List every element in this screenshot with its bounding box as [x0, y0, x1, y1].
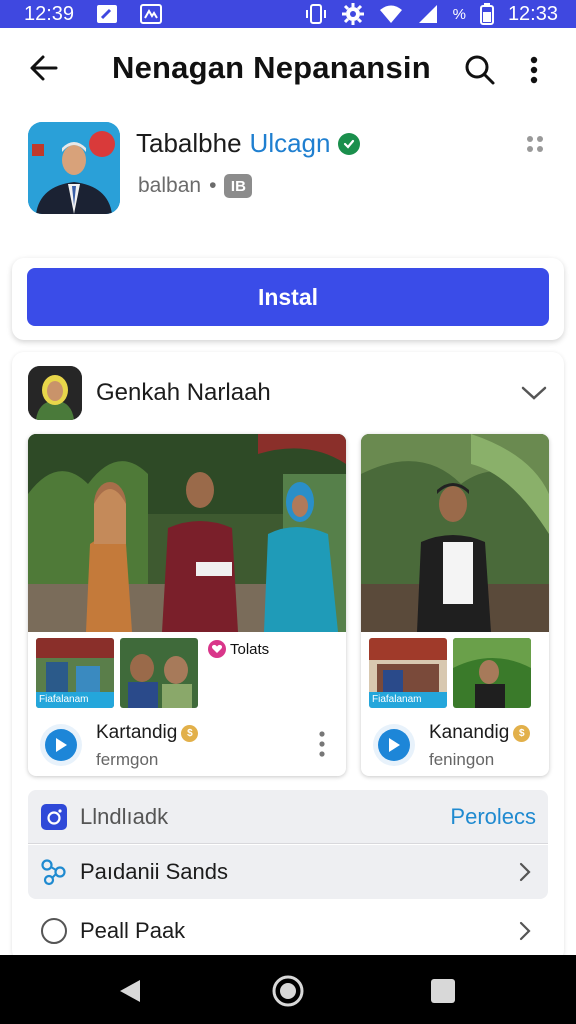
app-name: Tabalbhe Ulcagn	[136, 128, 361, 159]
play-button[interactable]	[40, 724, 82, 766]
video-title: Kartandig $	[96, 722, 199, 744]
section-title: Genkah Narlaah	[96, 379, 271, 406]
nav-home-icon[interactable]	[270, 973, 306, 1009]
video-title-text: Kanandig	[429, 722, 510, 743]
video-title: Kanandig $	[429, 722, 531, 744]
list-item-linked[interactable]: Llndlıadk Perolecs	[28, 790, 548, 844]
install-button[interactable]: Instal	[27, 268, 549, 326]
verified-check-icon	[338, 132, 361, 155]
play-button[interactable]	[373, 724, 415, 766]
page-title: Nenagan Nepanansin	[112, 50, 431, 85]
section-header[interactable]: Genkah Narlaah	[28, 366, 548, 420]
video-thumbnail[interactable]	[28, 434, 346, 632]
vibrate-icon	[305, 3, 327, 25]
more-vert-icon[interactable]	[318, 730, 330, 760]
app-bar: Nenagan Nepanansin	[0, 28, 576, 108]
chevron-down-icon[interactable]	[520, 379, 548, 407]
content-section: Genkah Narlaah Fiafalanam Tolats Kartand…	[12, 352, 564, 962]
video-title-text: Kartandig	[96, 722, 178, 743]
signal-icon	[417, 4, 439, 24]
video-subtitle: fermgon	[96, 750, 159, 769]
developer-row: balban • IB	[138, 174, 253, 198]
app-name-primary: Tabalbhe	[136, 128, 242, 158]
video-thumbnail[interactable]	[361, 434, 549, 632]
list-item-label: Paıdanii Sands	[80, 859, 228, 884]
play-icon	[45, 729, 77, 761]
tag-chip[interactable]: Tolats	[208, 640, 269, 658]
play-icon	[378, 729, 410, 761]
app-header: Tabalbhe Ulcagn balban • IB	[28, 122, 548, 218]
row-action-link[interactable]: Perolecs	[450, 804, 536, 830]
nav-back-icon[interactable]	[112, 973, 148, 1009]
thumbnail-caption: Fiafalanam	[36, 692, 114, 708]
thumbnail-strip: Fiafalanam	[369, 638, 531, 708]
status-time-right: 12:33	[507, 2, 558, 25]
thumbnail-caption: Fiafalanam	[369, 692, 447, 708]
avatar	[28, 366, 82, 420]
heart-icon	[208, 640, 226, 658]
developer-name[interactable]: balban	[138, 174, 201, 198]
content-rating-badge: IB	[224, 174, 253, 198]
wifi-icon	[379, 4, 403, 24]
system-nav-bar	[0, 955, 576, 1024]
search-icon[interactable]	[460, 50, 500, 90]
chevron-right-icon	[514, 861, 536, 883]
list-item-paak[interactable]: Peall Paak	[28, 904, 548, 958]
more-vert-icon[interactable]	[518, 50, 550, 90]
nav-recents-icon[interactable]	[425, 973, 461, 1009]
battery-icon	[479, 3, 494, 25]
install-card: Instal	[12, 258, 564, 340]
list-item-sands[interactable]: Paıdanii Sands	[28, 845, 548, 899]
separator-dot: •	[209, 174, 217, 197]
thumbnail[interactable]	[120, 638, 198, 708]
notification-icon	[96, 4, 118, 24]
video-card[interactable]: Fiafalanam Kanandig $ feningon	[361, 434, 549, 776]
instagram-icon	[40, 803, 68, 831]
video-card[interactable]: Fiafalanam Tolats Kartandig $ fermgon	[28, 434, 346, 776]
circle-icon	[40, 917, 68, 945]
tag-label: Tolats	[230, 640, 270, 658]
share-nodes-icon	[40, 858, 68, 886]
settings-icon	[341, 2, 365, 26]
list-item-label: Llndlıadk	[80, 803, 169, 829]
thumbnail-strip: Fiafalanam	[36, 638, 198, 708]
chevron-right-icon	[514, 920, 536, 942]
coin-icon: $	[513, 724, 531, 742]
thumbnail[interactable]: Fiafalanam	[369, 638, 447, 708]
status-bar: 12:39 % 12:33	[0, 0, 576, 28]
coin-icon: $	[181, 724, 199, 742]
list-item-label: Peall Paak	[80, 918, 186, 943]
app-icon	[28, 122, 120, 214]
app-name-accent: Ulcagn	[249, 128, 331, 158]
status-time-left: 12:39	[24, 2, 75, 25]
battery-percent: %	[452, 5, 466, 23]
video-subtitle: feningon	[429, 750, 495, 769]
thumbnail[interactable]: Fiafalanam	[36, 638, 114, 708]
grid-dots-icon[interactable]	[524, 132, 548, 156]
gallery-icon	[140, 4, 163, 24]
thumbnail[interactable]	[453, 638, 531, 708]
back-arrow-icon[interactable]	[26, 50, 62, 86]
